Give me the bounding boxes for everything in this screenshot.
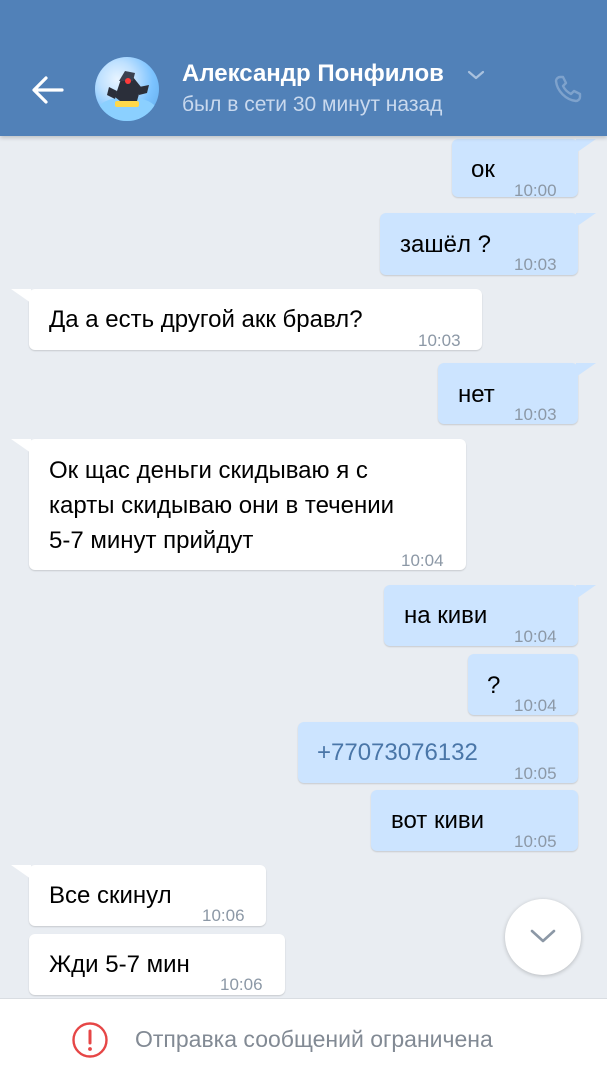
message-time: 10:00 (514, 181, 557, 200)
message-time: 10:06 (202, 906, 245, 925)
chat-header: Александр Понфилов был в сети 30 минут н… (0, 0, 607, 136)
message-outgoing[interactable]: нет 10:03 (438, 363, 596, 424)
phone-number-link[interactable]: +77073076132 (317, 735, 478, 770)
restriction-notice: Отправка сообщений ограничена (135, 1026, 493, 1052)
message-time: 10:03 (418, 331, 461, 350)
message-text: зашёл ? (400, 231, 491, 258)
message-time: 10:06 (220, 975, 263, 994)
message-outgoing[interactable]: ок 10:00 (452, 139, 596, 200)
chevron-down-icon[interactable] (466, 68, 486, 82)
message-text-line: карты скидываю они в течении (49, 492, 395, 519)
message-time: 10:03 (514, 255, 557, 274)
message-text: на киви (404, 602, 488, 629)
message-incoming[interactable]: Жди 5-7 мин 10:06 (29, 934, 285, 995)
phone-icon[interactable] (553, 74, 583, 104)
compose-restricted-bar: Отправка сообщений ограничена (0, 998, 607, 1081)
message-outgoing[interactable]: вот киви 10:05 (371, 790, 578, 851)
message-incoming[interactable]: Все скинул 10:06 (11, 865, 266, 926)
message-text: Все скинул (49, 882, 172, 909)
contact-status: был в сети 30 минут назад (182, 93, 443, 116)
message-text: Жди 5-7 мин (49, 951, 190, 978)
avatar[interactable] (95, 57, 159, 121)
message-text: ? (487, 672, 501, 699)
message-time: 10:04 (514, 627, 557, 646)
message-outgoing[interactable]: ? 10:04 (468, 654, 578, 715)
message-outgoing[interactable]: +77073076132 10:05 (298, 722, 578, 783)
message-incoming[interactable]: Да а есть другой акк бравл? 10:03 (11, 289, 482, 350)
message-text: нет (458, 381, 495, 408)
message-time: 10:05 (514, 832, 557, 851)
message-outgoing[interactable]: зашёл ? 10:03 (380, 213, 596, 275)
message-text-line: 5-7 минут прийдут (49, 527, 254, 554)
message-text: вот киви (391, 807, 485, 834)
alert-circle-icon (72, 1022, 108, 1058)
message-text: ок (471, 156, 495, 183)
back-arrow-icon[interactable] (28, 72, 68, 108)
message-time: 10:05 (514, 764, 557, 783)
message-time: 10:04 (514, 696, 557, 715)
message-time: 10:03 (514, 405, 557, 424)
scroll-to-bottom-button[interactable] (505, 899, 581, 975)
contact-name[interactable]: Александр Понфилов (182, 60, 444, 88)
message-text-line: Ок щас деньги скидываю я с (49, 457, 368, 484)
message-incoming[interactable]: Ок щас деньги скидываю я с карты скидыва… (11, 439, 466, 570)
message-list[interactable]: ок 10:00 зашёл ? 10:03 Да а есть другой … (0, 136, 607, 998)
message-outgoing[interactable]: на киви 10:04 (384, 585, 596, 646)
chevron-down-icon (530, 929, 556, 943)
message-text: Да а есть другой акк бравл? (49, 306, 363, 333)
message-time: 10:04 (401, 551, 444, 570)
